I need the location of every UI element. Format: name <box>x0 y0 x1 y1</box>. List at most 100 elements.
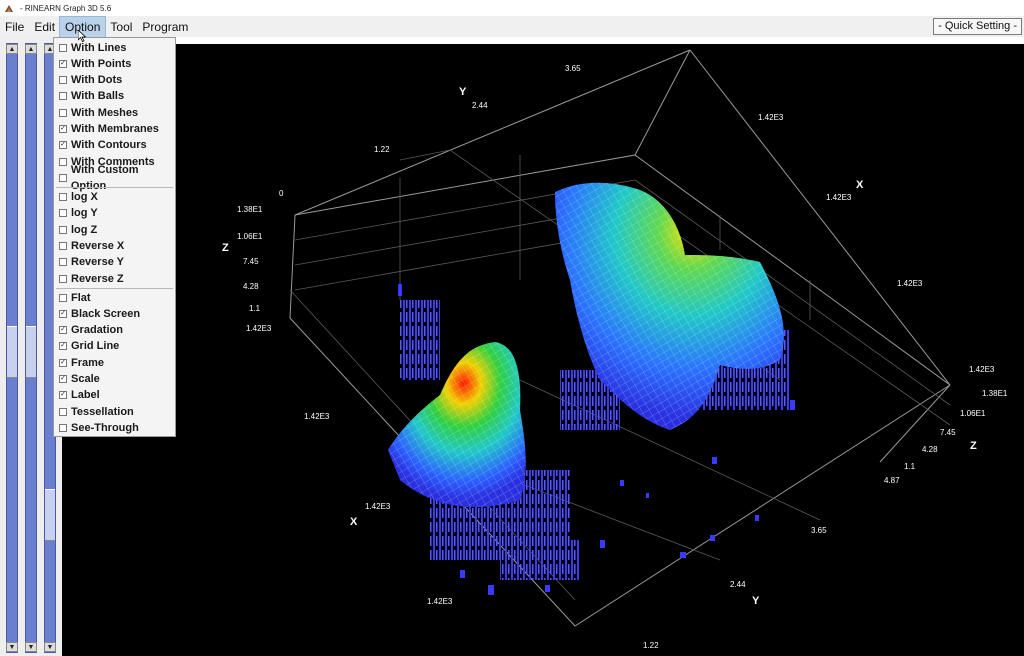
tick-x-left-0: 1.42E3 <box>304 412 330 421</box>
menu-flat[interactable]: Flat <box>56 290 174 306</box>
menu-with-lines[interactable]: With Lines <box>56 40 174 56</box>
tick-y-bottom-2: 1.22 <box>643 641 659 650</box>
menu-label[interactable]: ✓ Label <box>56 387 174 403</box>
menu-separator <box>56 288 173 289</box>
menu-with-dots[interactable]: With Dots <box>56 72 174 88</box>
checkbox-reverse-z[interactable] <box>59 275 67 283</box>
menu-with-membranes[interactable]: ✓ With Membranes <box>56 121 174 137</box>
menu-tessellation[interactable]: Tessellation <box>56 404 174 420</box>
menu-log-z[interactable]: log Z <box>56 222 174 238</box>
checkbox-tessellation[interactable] <box>59 408 67 416</box>
checkbox-with-dots[interactable] <box>59 76 67 84</box>
checkbox-log-y[interactable] <box>59 209 67 217</box>
menu-with-contours[interactable]: ✓ With Contours <box>56 137 174 153</box>
axis-label-z-left: Z <box>222 242 229 254</box>
menu-program[interactable]: Program <box>137 17 193 37</box>
menu-reverse-z[interactable]: Reverse Z <box>56 271 174 287</box>
slider-3-down-button[interactable]: ▼ <box>44 642 56 652</box>
tick-z-left-0: 1.38E1 <box>237 205 263 214</box>
menu-frame[interactable]: ✓ Frame <box>56 355 174 371</box>
checkbox-with-meshes[interactable] <box>59 109 67 117</box>
tick-z-right-2: 1.06E1 <box>960 409 986 418</box>
checkbox-grid-line[interactable]: ✓ <box>59 342 67 350</box>
checkbox-black-screen[interactable]: ✓ <box>59 310 67 318</box>
checkbox-see-through[interactable] <box>59 424 67 432</box>
menu-tool[interactable]: Tool <box>105 17 137 37</box>
axis-label-x-bottom: X <box>350 516 358 528</box>
menu-with-points[interactable]: ✓ With Points <box>56 56 174 72</box>
tick-y-top-2: 2.44 <box>472 101 488 110</box>
slider-2-down-button[interactable]: ▼ <box>25 642 37 652</box>
checkbox-log-x[interactable] <box>59 193 67 201</box>
menu-gradation[interactable]: ✓ Gradation <box>56 322 174 338</box>
option-menu-dropdown: With Lines ✓ With Points With Dots With B… <box>53 37 176 437</box>
plot-canvas[interactable]: 0 1.22 2.44 3.65 Y 1.42E3 1.42E3 1.42E3 … <box>62 44 1024 656</box>
tick-z-left-3: 4.28 <box>243 282 259 291</box>
tick-z-right-3: 7.45 <box>940 428 956 437</box>
tick-z-left-1: 1.06E1 <box>237 232 263 241</box>
axis-label-y-top: Y <box>459 86 467 98</box>
menu-with-meshes[interactable]: With Meshes <box>56 105 174 121</box>
menu-with-custom-option[interactable]: With Custom Option <box>56 164 174 192</box>
checkbox-with-comments[interactable] <box>59 158 67 166</box>
quick-setting-dropdown[interactable]: - Quick Setting - <box>933 18 1022 35</box>
tick-z-left-4: 1.1 <box>249 304 261 313</box>
tick-z-right-1: 1.38E1 <box>982 389 1008 398</box>
tick-z-right-0: 1.42E3 <box>969 365 995 374</box>
checkbox-reverse-y[interactable] <box>59 258 67 266</box>
app-icon <box>5 5 13 12</box>
tick-y-bottom-0: 3.65 <box>811 526 827 535</box>
checkbox-with-points[interactable]: ✓ <box>59 60 67 68</box>
tick-x-left-2: 1.42E3 <box>427 597 453 606</box>
tick-z-left-2: 7.45 <box>243 257 259 266</box>
menu-grid-line[interactable]: ✓ Grid Line <box>56 338 174 354</box>
slider-3-thumb[interactable] <box>45 489 55 541</box>
checkbox-with-contours[interactable]: ✓ <box>59 141 67 149</box>
tick-z-right-6: 4.87 <box>884 476 900 485</box>
menu-see-through[interactable]: See-Through <box>56 420 174 436</box>
checkbox-gradation[interactable]: ✓ <box>59 326 67 334</box>
menu-reverse-y[interactable]: Reverse Y <box>56 254 174 270</box>
axis-label-x-top: X <box>856 179 864 191</box>
slider-2-up-button[interactable]: ▲ <box>25 44 37 54</box>
menu-file[interactable]: File <box>0 17 29 37</box>
tick-y-top-0: 0 <box>279 189 284 198</box>
menu-log-y[interactable]: log Y <box>56 205 174 221</box>
slider-2[interactable]: ▲ ▼ <box>25 43 37 653</box>
checkbox-with-custom-option[interactable] <box>59 174 67 182</box>
slider-1-down-button[interactable]: ▼ <box>6 642 18 652</box>
checkbox-reverse-x[interactable] <box>59 242 67 250</box>
tick-z-right-4: 4.28 <box>922 445 938 454</box>
menu-black-screen[interactable]: ✓ Black Screen <box>56 306 174 322</box>
axis-label-z-right: Z <box>970 440 977 452</box>
tick-x-top-2: 1.42E3 <box>897 279 923 288</box>
window-title: - RINEARN Graph 3D 5.6 <box>20 3 112 13</box>
menu-scale[interactable]: ✓ Scale <box>56 371 174 387</box>
menu-edit[interactable]: Edit <box>29 17 60 37</box>
menu-reverse-x[interactable]: Reverse X <box>56 238 174 254</box>
axis-label-y-bottom: Y <box>752 595 760 607</box>
menu-separator <box>56 187 173 188</box>
slider-1-thumb[interactable] <box>7 326 17 378</box>
tick-x-left-1: 1.42E3 <box>365 502 391 511</box>
checkbox-log-z[interactable] <box>59 226 67 234</box>
checkbox-flat[interactable] <box>59 294 67 302</box>
title-bar: - RINEARN Graph 3D 5.6 <box>0 0 1024 16</box>
menu-log-x[interactable]: log X <box>56 189 174 205</box>
slider-1[interactable]: ▲ ▼ <box>6 43 18 653</box>
checkbox-with-balls[interactable] <box>59 92 67 100</box>
plot-3d-view[interactable]: 0 1.22 2.44 3.65 Y 1.42E3 1.42E3 1.42E3 … <box>62 44 1024 656</box>
checkbox-frame[interactable]: ✓ <box>59 359 67 367</box>
checkbox-scale[interactable]: ✓ <box>59 375 67 383</box>
mouse-cursor-icon <box>78 30 86 42</box>
checkbox-label[interactable]: ✓ <box>59 391 67 399</box>
tick-y-top-3: 3.65 <box>565 64 581 73</box>
checkbox-with-lines[interactable] <box>59 44 67 52</box>
menu-with-balls[interactable]: With Balls <box>56 88 174 104</box>
tick-x-top-0: 1.42E3 <box>758 113 784 122</box>
slider-1-up-button[interactable]: ▲ <box>6 44 18 54</box>
tick-y-bottom-1: 2.44 <box>730 580 746 589</box>
checkbox-with-membranes[interactable]: ✓ <box>59 125 67 133</box>
tick-z-right-5: 1.1 <box>904 462 916 471</box>
slider-2-thumb[interactable] <box>26 326 36 378</box>
